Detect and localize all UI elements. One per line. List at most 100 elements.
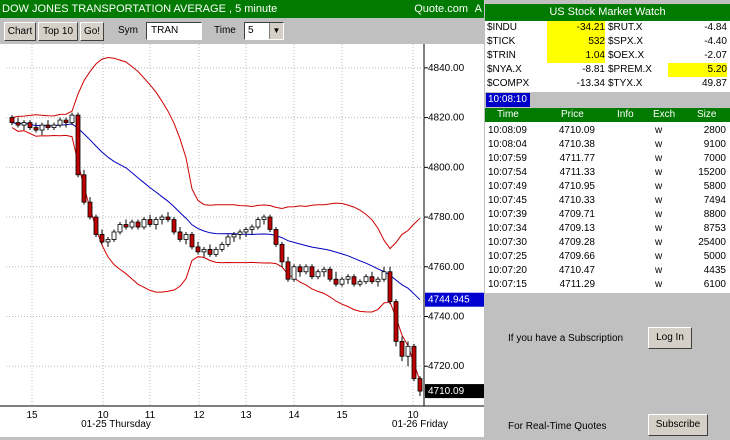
trade-price: 4710.47 [558,265,595,276]
trade-exch: w [655,139,663,150]
candle-body [333,278,339,285]
candle-body [255,219,261,228]
candle-body [357,281,363,285]
candle-body [207,248,213,255]
chart-button[interactable]: Chart [4,22,36,41]
market-watch-title: US Stock Market Watch [485,4,730,21]
watch-change: -8.81 [582,64,605,75]
login-button[interactable]: Log In [648,327,692,349]
watch-change: -4.40 [704,36,727,47]
candle-body [201,248,207,253]
sym-label: Sym [118,25,138,36]
trade-exch: w [655,223,663,234]
x-tick-label: 14 [288,410,300,421]
y-tick-label: 4780.00 [428,212,465,223]
candle-body [213,248,219,255]
trade-size: 6100 [703,279,726,290]
candle-body [69,114,75,123]
candle-body [411,345,417,380]
trade-exch: w [655,209,663,220]
candle-body [111,231,117,240]
trade-time: 10:07:39 [488,209,527,220]
trade-time: 10:07:15 [488,279,527,290]
candle-body [33,127,39,131]
candle-body [123,224,129,228]
trade-exch: w [655,167,663,178]
candle-body [369,276,375,283]
source-logo-icon: A [474,3,482,15]
candle-body [291,266,297,280]
watch-change: -13.34 [576,78,605,89]
table-row: 10:07:25 4709.66 w 5000 [485,250,730,263]
x-tick-label: 13 [240,410,252,421]
x-tick-label: 15 [336,410,348,421]
table-row: 10:07:34 4709.13 w 8753 [485,222,730,235]
top10-button[interactable]: Top 10 [38,22,78,41]
trade-size: 7494 [703,195,726,206]
watch-change: -4.84 [704,22,727,33]
trade-exch: w [655,237,663,248]
watch-symbol: $TYX.X [608,78,643,89]
candle-body [375,278,381,283]
trade-time: 10:07:59 [488,153,527,164]
candle-body [303,266,309,273]
candle-body [249,226,255,230]
candle-body [15,122,21,126]
chart-title: DOW JONES TRANSPORTATION AVERAGE , 5 min… [2,3,278,15]
watch-change: 532 [547,35,605,49]
candle-body [273,229,279,245]
trade-exch: w [655,181,663,192]
candle-body [405,345,411,357]
candle-body [381,271,387,280]
y-tick-label: 4800.00 [428,162,465,173]
trade-exch: w [655,279,663,290]
candle-body [135,221,141,228]
candle-body [285,261,291,280]
trade-size: 5000 [703,251,726,262]
table-row: 10:08:09 4710.09 w 2800 [485,124,730,137]
trade-size: 8753 [703,223,726,234]
symbol-input[interactable]: TRAN [146,22,202,40]
col-header-info: Info [617,109,634,120]
last-price-label: 4710.09 [428,386,465,397]
x-tick-label: 12 [193,410,205,421]
trade-size: 2800 [703,125,726,136]
candle-body [321,268,327,273]
chevron-down-icon[interactable]: ▼ [269,23,283,39]
candle-body [315,271,321,278]
trade-size: 5800 [703,181,726,192]
candle-body [153,219,159,225]
trade-time: 10:07:20 [488,265,527,276]
candle-body [243,229,249,233]
candle-body [81,174,87,203]
candle-body [339,278,345,285]
trade-size: 8800 [703,209,726,220]
time-interval-select[interactable]: 5 ▼ [244,22,284,40]
trade-price: 4711.33 [559,167,595,178]
candle-body [309,266,315,278]
table-row: 10:07:39 4709.71 w 8800 [485,208,730,221]
trade-exch: w [655,265,663,276]
trade-size: 9100 [703,139,726,150]
price-chart: 4840.00 4820.00 4800.00 4780.00 4760.00 4740.… [0,44,484,437]
candle-body [297,266,303,273]
go-button[interactable]: Go! [80,22,104,41]
candle-body [327,268,333,280]
realtime-quotes-text: For Real-Time Quotes [508,421,607,432]
y-tick-label: 4760.00 [428,262,465,273]
chart-svg: 4840.00 4820.00 4800.00 4780.00 4760.00 4740.… [0,44,484,437]
candle-body [177,231,183,240]
candle-body [93,216,99,235]
time-interval-value: 5 [248,25,254,36]
y-tick-label: 4820.00 [428,113,465,124]
watch-symbol: $INDU [487,22,518,33]
trade-price: 4710.33 [558,195,595,206]
ma-value-label: 4744.945 [428,295,470,306]
candle-body [39,124,45,131]
subscribe-button[interactable]: Subscribe [648,414,708,436]
clock-display: 10:08:10 [486,93,530,107]
trade-size: 15200 [698,167,726,178]
candle-body [189,234,195,248]
candle-body [363,276,369,283]
candle-body [51,124,57,128]
